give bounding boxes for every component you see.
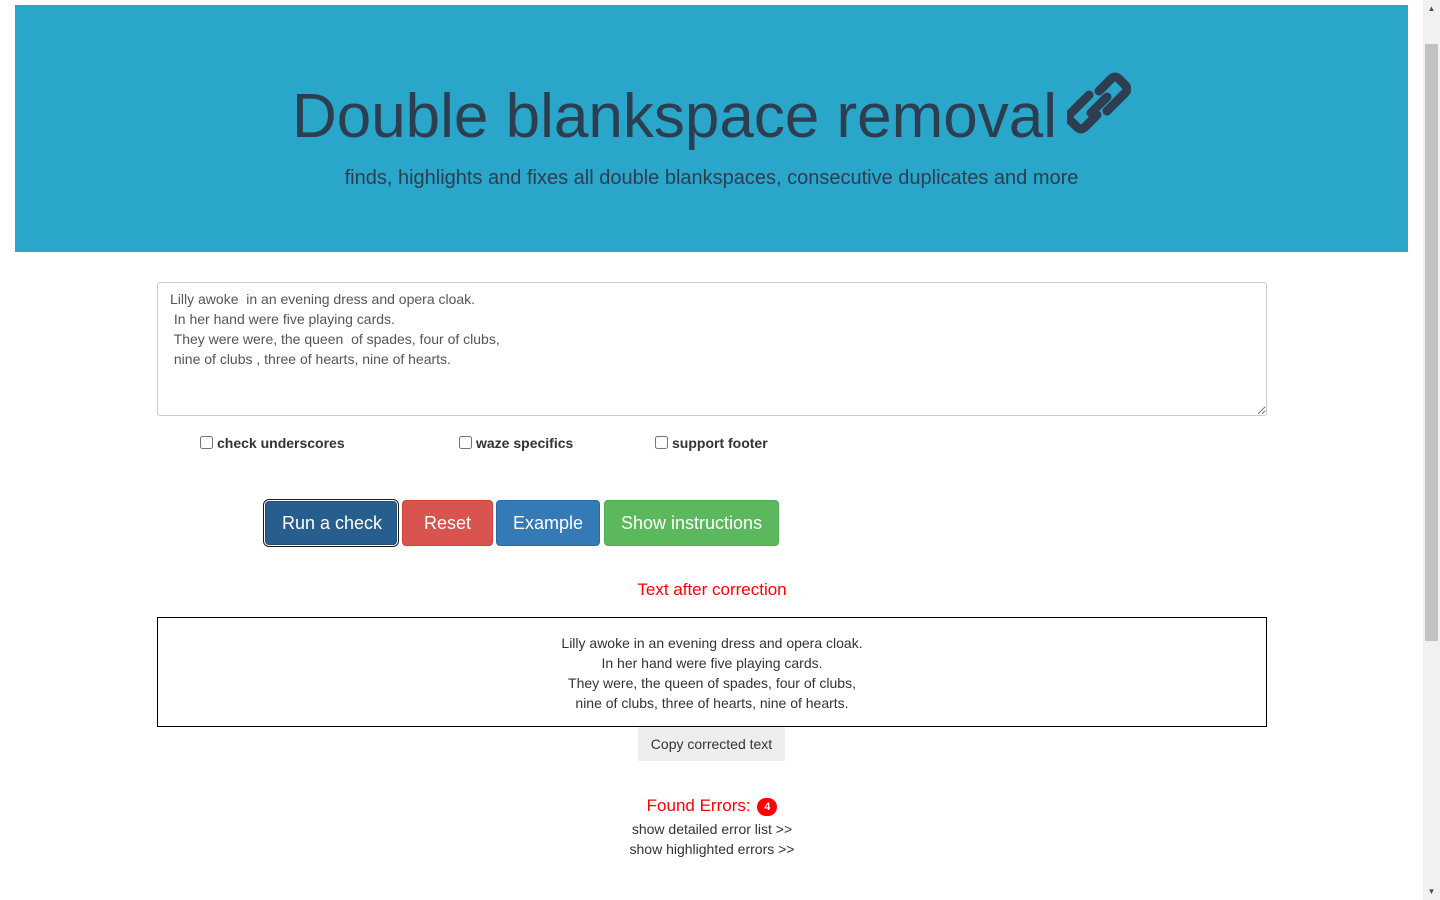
waze-specifics-checkbox[interactable] xyxy=(459,435,472,449)
scrollbar-thumb[interactable] xyxy=(1425,44,1438,641)
browser-viewport: Double blankspace removal finds, highlig… xyxy=(0,0,1440,900)
waze-specifics-label: waze specifics xyxy=(476,435,574,451)
option-support-footer[interactable]: support footer xyxy=(655,433,768,453)
result-title: Text after correction xyxy=(637,580,787,599)
support-footer-checkbox[interactable] xyxy=(655,435,668,449)
support-footer-label: support footer xyxy=(672,435,768,451)
found-errors: Found Errors: 4 xyxy=(157,795,1267,817)
show-instructions-button[interactable]: Show instructions xyxy=(604,500,779,546)
scroll-up-arrow-icon[interactable]: ▲ xyxy=(1423,0,1440,17)
page-title-text: Double blankspace removal xyxy=(291,82,1058,151)
check-underscores-label: check underscores xyxy=(217,435,345,451)
corrected-text-box: Lilly awoke in an evening dress and oper… xyxy=(157,617,1267,727)
error-count-badge: 4 xyxy=(757,798,778,816)
example-button[interactable]: Example xyxy=(496,500,600,546)
page-title: Double blankspace removal xyxy=(15,72,1408,157)
option-check-underscores[interactable]: check underscores xyxy=(200,433,345,453)
run-check-button[interactable]: Run a check xyxy=(265,501,397,545)
corrected-line: Lilly awoke in an evening dress and oper… xyxy=(561,635,863,651)
check-underscores-checkbox[interactable] xyxy=(200,435,213,449)
corrected-line: They were, the queen of spades, four of … xyxy=(568,675,856,691)
corrected-line: In her hand were five playing cards. xyxy=(601,655,823,671)
link-icon xyxy=(1064,69,1132,139)
text-input[interactable] xyxy=(157,282,1267,416)
page: Double blankspace removal finds, highlig… xyxy=(0,0,1423,900)
scroll-down-arrow-icon[interactable]: ▼ xyxy=(1423,883,1440,900)
vertical-scrollbar[interactable]: ▲ ▼ xyxy=(1423,0,1440,900)
show-highlighted-errors-link[interactable]: show highlighted errors >> xyxy=(157,839,1267,859)
page-subtitle: finds, highlights and fixes all double b… xyxy=(344,167,1079,189)
copy-corrected-text-button[interactable]: Copy corrected text xyxy=(638,727,785,761)
show-detailed-error-list-link[interactable]: show detailed error list >> xyxy=(157,819,1267,839)
found-errors-label: Found Errors: xyxy=(646,796,751,815)
hero-banner: Double blankspace removal finds, highlig… xyxy=(15,5,1408,252)
option-waze-specifics[interactable]: waze specifics xyxy=(459,433,573,453)
reset-button[interactable]: Reset xyxy=(402,500,493,546)
corrected-line: nine of clubs, three of hearts, nine of … xyxy=(575,695,849,711)
